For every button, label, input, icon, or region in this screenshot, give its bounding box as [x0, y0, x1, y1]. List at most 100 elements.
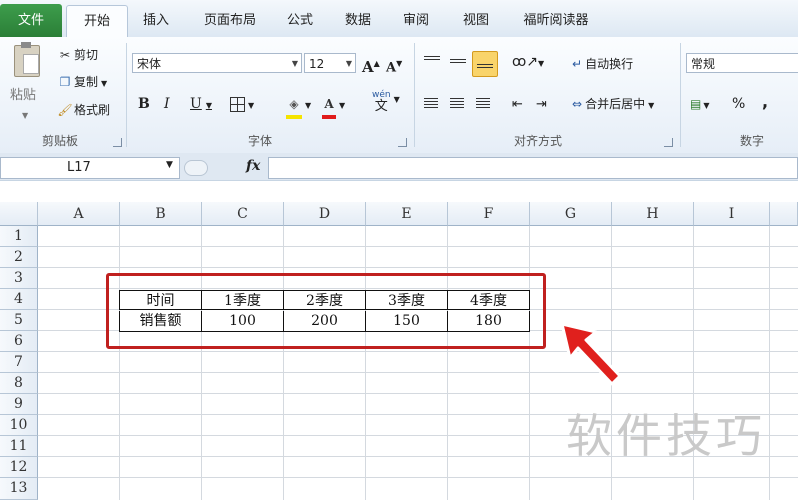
- tab-foxit-reader[interactable]: 福昕阅读器: [508, 5, 604, 36]
- row-header-6[interactable]: 6: [0, 331, 38, 352]
- merge-center-label: 合并后居中: [585, 97, 646, 111]
- chevron-down-icon[interactable]: ▼: [166, 160, 173, 170]
- phonetic-button[interactable]: wén 文 ▼: [372, 89, 400, 119]
- increase-indent-button[interactable]: ⇥: [536, 93, 554, 115]
- column-header-partial[interactable]: [770, 202, 798, 226]
- font-name-select[interactable]: 宋体 ▼: [132, 53, 302, 73]
- row-header-3[interactable]: 3: [0, 268, 38, 289]
- paste-button[interactable]: 粘贴 ▼: [8, 41, 48, 120]
- align-bottom-button[interactable]: [472, 51, 498, 77]
- column-header-c[interactable]: C: [202, 202, 284, 226]
- chevron-down-icon: ▼: [248, 101, 255, 110]
- watermark-text: 软件技巧: [566, 409, 766, 463]
- chevron-down-icon: ▼: [393, 95, 400, 104]
- column-header-b[interactable]: B: [120, 202, 202, 226]
- align-top-button[interactable]: [424, 51, 442, 73]
- align-center-button[interactable]: [450, 93, 468, 115]
- row-header-12[interactable]: 12: [0, 457, 38, 478]
- copy-label: 复制: [74, 75, 99, 89]
- tab-insert[interactable]: 插入: [132, 5, 180, 36]
- number-format-select[interactable]: 常规: [686, 53, 798, 73]
- font-color-button[interactable]: A ▼: [322, 93, 345, 119]
- scissors-icon: ✂: [59, 48, 71, 62]
- font-size-select[interactable]: 12 ▼: [304, 53, 356, 73]
- align-right-button[interactable]: [476, 93, 494, 115]
- cut-button[interactable]: ✂ 剪切: [56, 44, 98, 66]
- row-header-4[interactable]: 4: [0, 289, 38, 310]
- column-header-g[interactable]: G: [530, 202, 612, 226]
- row-header-11[interactable]: 11: [0, 436, 38, 457]
- column-header-a[interactable]: A: [38, 202, 120, 226]
- gridline: [38, 393, 798, 394]
- clipboard-icon: [14, 42, 40, 77]
- row-header-13[interactable]: 13: [0, 478, 38, 500]
- tab-data[interactable]: 数据: [334, 5, 382, 36]
- tab-home[interactable]: 开始: [66, 5, 128, 38]
- align-middle-button[interactable]: [450, 51, 468, 73]
- column-header-i[interactable]: I: [694, 202, 770, 226]
- underline-icon: U: [190, 96, 202, 112]
- format-painter-label: 格式刷: [74, 103, 111, 117]
- alignment-launcher-icon[interactable]: [664, 138, 673, 147]
- underline-button[interactable]: U ▼: [190, 93, 212, 115]
- align-middle-icon: [450, 59, 466, 65]
- tab-page-layout[interactable]: 页面布局: [190, 5, 270, 36]
- align-right-icon: [476, 98, 490, 110]
- comma-button[interactable]: ,: [762, 91, 768, 113]
- font-launcher-icon[interactable]: [398, 138, 407, 147]
- chevron-down-icon: ▼: [205, 101, 212, 110]
- name-box[interactable]: L17: [0, 157, 180, 179]
- insert-function-button[interactable]: fx: [246, 158, 260, 174]
- decrease-indent-button[interactable]: ⇤: [512, 93, 530, 115]
- gridline: [38, 246, 798, 247]
- fill-color-button[interactable]: ◈ ▼: [286, 93, 311, 119]
- percent-button[interactable]: %: [732, 93, 745, 115]
- format-painter-button[interactable]: 🖌格式刷: [56, 99, 110, 121]
- align-left-button[interactable]: [424, 93, 442, 115]
- clipboard-group-label: 剪贴板: [41, 134, 78, 148]
- shrink-font-button[interactable]: A▼: [386, 52, 402, 76]
- column-header-d[interactable]: D: [284, 202, 366, 226]
- tab-file[interactable]: 文件: [0, 4, 62, 37]
- formula-input[interactable]: [268, 157, 798, 179]
- alignment-group-label: 对齐方式: [513, 134, 562, 148]
- formula-bar-expanded-area: [0, 180, 798, 202]
- number-group-label: 数字: [739, 134, 764, 148]
- increase-indent-icon: ⇥: [536, 97, 547, 112]
- row-header-5[interactable]: 5: [0, 310, 38, 331]
- tab-view[interactable]: 视图: [452, 5, 500, 36]
- row-header-1[interactable]: 1: [0, 226, 38, 247]
- borders-button[interactable]: ▼: [230, 93, 254, 115]
- italic-button[interactable]: I: [164, 93, 170, 115]
- grow-font-icon: A: [362, 58, 374, 76]
- row-header-7[interactable]: 7: [0, 352, 38, 373]
- formula-bar-resize-handle[interactable]: [184, 160, 208, 176]
- wen-character: 文: [374, 99, 388, 114]
- tab-review[interactable]: 审阅: [392, 5, 440, 36]
- number-format-value: 常规: [691, 57, 716, 71]
- row-header-9[interactable]: 9: [0, 394, 38, 415]
- wrap-text-button[interactable]: ↵ 自动换行: [572, 53, 633, 75]
- chevron-down-icon: ▼: [101, 79, 108, 88]
- accounting-format-button[interactable]: ▤ ▼: [690, 93, 710, 115]
- tab-formulas[interactable]: 公式: [276, 5, 324, 36]
- row-header-2[interactable]: 2: [0, 247, 38, 268]
- column-header-h[interactable]: H: [612, 202, 694, 226]
- borders-icon: [230, 97, 245, 112]
- bold-button[interactable]: B: [138, 93, 150, 115]
- gridline: [38, 267, 798, 268]
- shrink-font-icon: A: [386, 60, 397, 76]
- orientation-button[interactable]: ꝏ↗▼: [512, 51, 544, 73]
- grow-font-button[interactable]: A▲: [362, 52, 380, 76]
- row-header-10[interactable]: 10: [0, 415, 38, 436]
- column-header-f[interactable]: F: [448, 202, 530, 226]
- gridline: [38, 351, 798, 352]
- merge-center-button[interactable]: ⇔ 合并后居中 ▼: [572, 93, 654, 115]
- arrow-icon: [560, 322, 622, 386]
- clipboard-launcher-icon[interactable]: [113, 138, 122, 147]
- copy-button[interactable]: ❐ 复制 ▼: [56, 71, 108, 93]
- select-all-corner[interactable]: [0, 202, 38, 226]
- align-center-icon: [450, 98, 464, 110]
- column-header-e[interactable]: E: [366, 202, 448, 226]
- row-header-8[interactable]: 8: [0, 373, 38, 394]
